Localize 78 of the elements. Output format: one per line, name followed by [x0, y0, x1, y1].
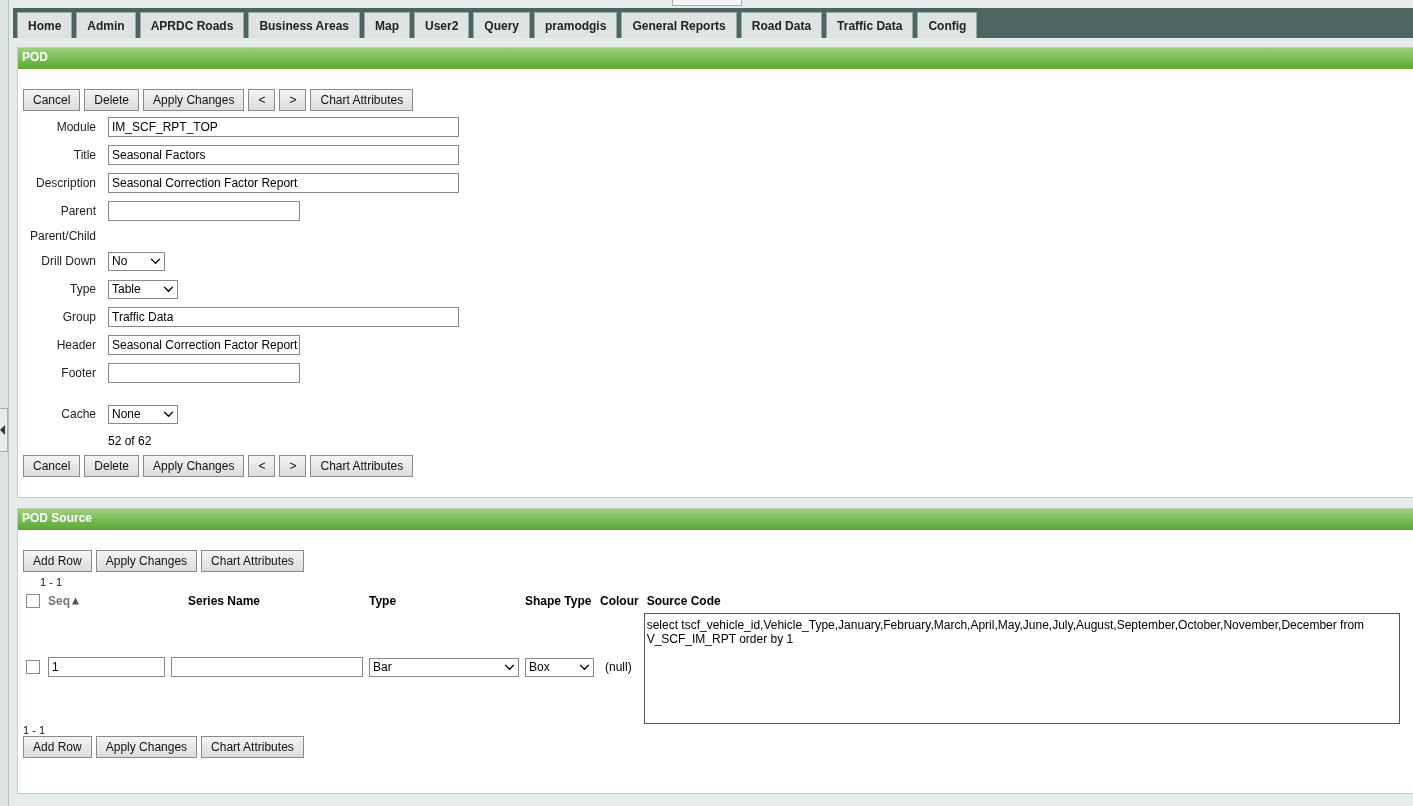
action-button[interactable]: Chart Attributes: [201, 736, 304, 758]
panel-title: POD: [18, 48, 1413, 69]
column-header: Series Name: [188, 594, 261, 608]
field-label: Header: [55, 338, 97, 352]
series-name-field[interactable]: [171, 657, 363, 677]
action-button[interactable]: Apply Changes: [95, 550, 198, 572]
field-label: Title: [72, 148, 97, 162]
action-button[interactable]: Chart Attributes: [310, 455, 414, 477]
nav-tab[interactable]: User2: [414, 12, 470, 38]
nav-tab[interactable]: pramodgis: [534, 12, 618, 38]
field-label: Footer: [60, 366, 97, 380]
action-button[interactable]: Chart Attributes: [201, 550, 304, 572]
chevron-icon: [162, 285, 174, 293]
field-label: Parent/Child: [28, 229, 97, 243]
action-button[interactable]: >: [279, 455, 307, 477]
dropdown[interactable]: None: [108, 404, 178, 424]
column-header[interactable]: Seq: [48, 594, 70, 608]
record-count: 52 of 62: [108, 434, 152, 448]
nav-tab[interactable]: Admin: [76, 12, 136, 38]
column-header: Source Code: [646, 594, 721, 608]
action-button[interactable]: Delete: [84, 89, 140, 111]
nav-tab[interactable]: Road Data: [740, 12, 823, 38]
sort-icon: [72, 597, 79, 605]
chevron-icon: [150, 257, 161, 265]
action-button[interactable]: Add Row: [23, 736, 92, 758]
field-label: Drill Down: [40, 254, 97, 268]
field-label: Cache: [60, 407, 97, 421]
nav-tab[interactable]: Map: [364, 12, 410, 38]
column-header: Shape Type: [525, 594, 592, 608]
top-handle[interactable]: [672, 0, 742, 6]
text-field[interactable]: [108, 201, 300, 221]
chevron-icon: [579, 663, 590, 671]
field-label: Module: [55, 120, 97, 134]
chevron-icon: [504, 663, 515, 671]
collapse-handle[interactable]: [0, 408, 8, 452]
action-button[interactable]: >: [279, 89, 307, 111]
field-label: Type: [69, 282, 97, 296]
seq-field[interactable]: 1: [48, 657, 165, 677]
nav-tab[interactable]: Query: [473, 12, 531, 38]
pagination-range: 1 - 1: [39, 576, 63, 588]
type-dropdown[interactable]: Bar: [369, 657, 519, 677]
action-button[interactable]: Add Row: [23, 550, 92, 572]
row-checkbox[interactable]: [26, 660, 40, 674]
text-field[interactable]: Seasonal Factors: [108, 145, 459, 165]
column-header: Colour: [600, 594, 639, 608]
action-button[interactable]: <: [248, 89, 276, 111]
action-button[interactable]: <: [248, 455, 276, 477]
nav-tab[interactable]: Business Areas: [248, 12, 360, 38]
column-header: Type: [369, 594, 397, 608]
chevron-icon: [162, 410, 174, 418]
source-code-field[interactable]: select tscf_vehicle_id,Vehicle_Type,January,February,March,April,May,June,July,August,September,October,November,December from V_SCF_IM_RPT order by 1: [643, 612, 1400, 724]
colour-value: (null): [605, 660, 632, 674]
select-all-checkbox[interactable]: [26, 594, 40, 608]
text-field[interactable]: IM_SCF_RPT_TOP: [108, 117, 459, 137]
nav-tab[interactable]: APRDC Roads: [139, 12, 245, 38]
text-field[interactable]: [108, 363, 300, 383]
action-button[interactable]: Apply Changes: [95, 736, 198, 758]
dropdown[interactable]: No: [108, 251, 165, 271]
field-label: Parent: [59, 204, 97, 218]
nav-tab[interactable]: Traffic Data: [826, 12, 914, 38]
nav-tab[interactable]: Config: [917, 12, 978, 38]
nav-tab[interactable]: General Reports: [621, 12, 737, 38]
text-field[interactable]: Seasonal Correction Factor Report: [108, 173, 459, 193]
shape-type-dropdown[interactable]: Box: [525, 657, 594, 677]
nav-tab[interactable]: Home: [17, 12, 73, 38]
pagination-range: 1 - 1: [23, 724, 46, 736]
text-field[interactable]: Traffic Data: [108, 307, 459, 327]
action-button[interactable]: Apply Changes: [143, 455, 245, 477]
field-label: Description: [34, 176, 97, 190]
action-button[interactable]: Apply Changes: [143, 89, 245, 111]
text-field[interactable]: Seasonal Correction Factor Report: [108, 335, 300, 355]
action-button[interactable]: Cancel: [23, 455, 81, 477]
panel-title: POD Source: [18, 509, 1413, 530]
dropdown[interactable]: Table: [108, 279, 178, 299]
action-button[interactable]: Delete: [84, 455, 140, 477]
field-label: Group: [61, 310, 97, 324]
action-button[interactable]: Cancel: [23, 89, 81, 111]
action-button[interactable]: Chart Attributes: [310, 89, 414, 111]
